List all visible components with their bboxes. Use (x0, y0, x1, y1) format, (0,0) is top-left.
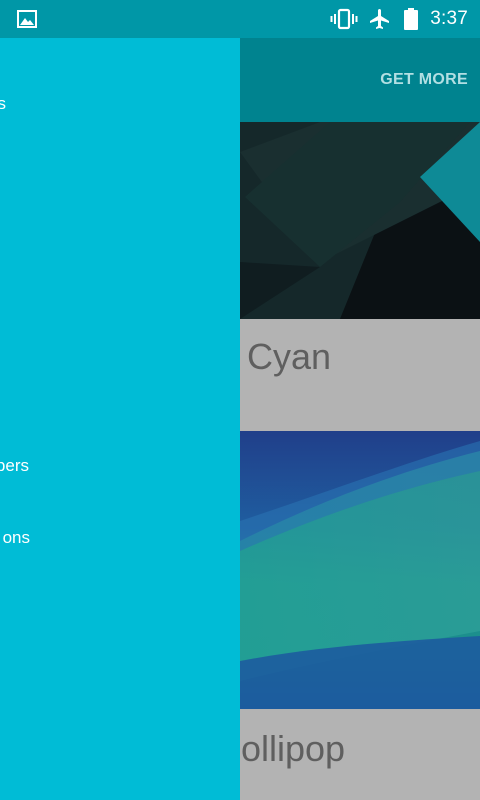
vibrate-icon (330, 8, 358, 30)
drawer-item-label: ons (2, 528, 30, 547)
gallery-icon (17, 10, 37, 28)
get-more-button[interactable]: GET MORE (380, 71, 468, 89)
battery-icon (404, 8, 419, 30)
theme-name: ollipop (241, 728, 346, 769)
status-icons: 3:37 (330, 0, 480, 38)
screen: 3:37 GET MORE Cyan ollipop s pers ons (0, 0, 480, 800)
drawer-item-label: pers (0, 456, 29, 475)
drawer-item-label: s (0, 94, 6, 113)
clock: 3:37 (430, 8, 468, 29)
status-bar: 3:37 (0, 0, 480, 38)
drawer-item[interactable]: s (0, 94, 6, 114)
navigation-drawer[interactable]: s pers ons (0, 38, 240, 800)
theme-name: Cyan (247, 336, 332, 377)
drawer-item[interactable]: pers (0, 456, 29, 476)
drawer-item[interactable]: ons (0, 528, 30, 548)
airplane-icon (370, 9, 390, 29)
